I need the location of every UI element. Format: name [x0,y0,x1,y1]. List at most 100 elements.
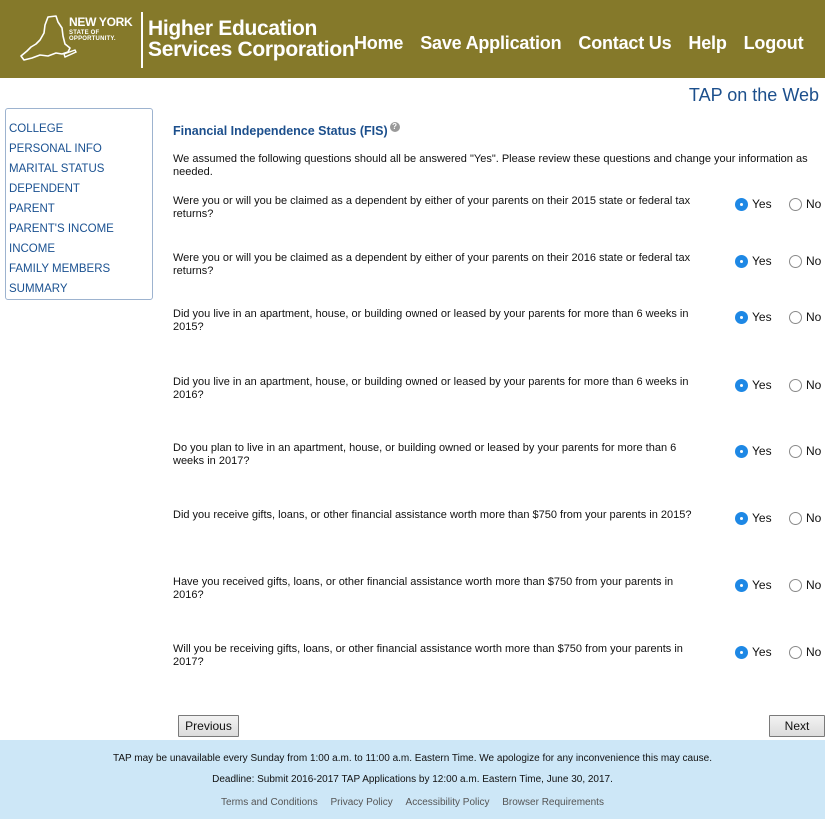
no-label: No [806,511,822,525]
q7-yes-option[interactable]: Yes [735,578,772,592]
question-text: Did you live in an apartment, house, or … [173,308,689,333]
q8-yes-option[interactable]: Yes [735,645,772,659]
q3-no-option[interactable]: No [789,310,821,324]
question-1: Were you or will you be claimed as a dep… [173,195,825,227]
q1-yes-radio[interactable] [735,197,748,211]
q2-no-radio[interactable] [789,254,802,268]
q6-yes-option[interactable]: Yes [735,511,772,525]
q2-yes-option[interactable]: Yes [735,254,772,268]
no-label: No [806,310,822,324]
sidebar-item-college[interactable]: COLLEGE [9,119,152,139]
q2-yes-radio[interactable] [735,254,748,268]
no-label: No [806,645,822,659]
q8-yes-radio[interactable] [735,645,748,659]
previous-button[interactable]: Previous [178,715,239,737]
yes-label: Yes [752,645,772,659]
no-label: No [806,254,822,268]
yes-label: Yes [752,254,772,268]
q4-no-radio[interactable] [789,378,802,392]
q1-no-radio[interactable] [789,197,802,211]
no-label: No [806,444,822,458]
q6-no-radio[interactable] [789,511,802,525]
org-name: Higher Education Services Corporation [148,17,355,61]
q1-yes-option[interactable]: Yes [735,197,772,211]
yes-label: Yes [752,378,772,392]
nys-logo[interactable]: NEW YORK STATE OF OPPORTUNITY. [14,8,141,70]
question-5: Do you plan to live in an apartment, hou… [173,442,825,474]
footer-links: Terms and Conditions Privacy Policy Acce… [0,797,825,808]
q8-no-radio[interactable] [789,645,802,659]
section-title: Financial Independence Status (FIS)? [173,122,400,138]
question-6: Did you receive gifts, loans, or other f… [173,509,825,541]
sidebar-item-parents-income[interactable]: PARENT'S INCOME [9,219,152,239]
section-title-text: Financial Independence Status (FIS) [173,124,388,138]
no-label: No [806,578,822,592]
maintenance-notice: TAP may be unavailable every Sunday from… [112,753,713,764]
yes-label: Yes [752,310,772,324]
question-text: Did you receive gifts, loans, or other f… [173,509,692,521]
nav-home[interactable]: Home [354,33,403,54]
question-text: Were you or will you be claimed as a dep… [173,252,691,277]
yes-label: Yes [752,578,772,592]
q4-yes-radio[interactable] [735,378,748,392]
sidebar-item-summary[interactable]: SUMMARY [9,279,152,299]
q7-yes-radio[interactable] [735,578,748,592]
footer-link-privacy[interactable]: Privacy Policy [331,797,393,808]
main-nav: Home Save Application Contact Us Help Lo… [354,33,820,54]
q8-no-option[interactable]: No [789,645,821,659]
footer-link-terms[interactable]: Terms and Conditions [221,797,318,808]
nav-contact-us[interactable]: Contact Us [578,33,671,54]
question-8: Will you be receiving gifts, loans, or o… [173,643,825,675]
header-divider [141,12,143,68]
nav-save-application[interactable]: Save Application [420,33,561,54]
help-icon[interactable]: ? [389,122,400,132]
sidebar-item-family-members[interactable]: FAMILY MEMBERS [9,259,152,279]
question-2: Were you or will you be claimed as a dep… [173,252,825,284]
question-text: Do you plan to live in an apartment, hou… [173,442,677,467]
nav-logout[interactable]: Logout [744,33,804,54]
deadline-notice: Deadline: Submit 2016-2017 TAP Applicati… [212,774,613,785]
nav-help[interactable]: Help [688,33,726,54]
question-text: Have you received gifts, loans, or other… [173,576,674,601]
sidebar-nav: COLLEGE PERSONAL INFO MARITAL STATUS DEP… [5,108,153,300]
q5-yes-option[interactable]: Yes [735,444,772,458]
logo-wordmark: NEW YORK STATE OF OPPORTUNITY. [69,15,133,42]
question-4: Did you live in an apartment, house, or … [173,376,825,408]
q6-yes-radio[interactable] [735,511,748,525]
footer-link-browser-requirements[interactable]: Browser Requirements [502,797,604,808]
org-name-line-1: Higher Education [148,17,318,40]
q2-no-option[interactable]: No [789,254,821,268]
q1-no-option[interactable]: No [789,197,821,211]
site-footer: TAP may be unavailable every Sunday from… [0,740,825,819]
q7-no-option[interactable]: No [789,578,821,592]
no-label: No [806,197,822,211]
question-text: Were you or will you be claimed as a dep… [173,195,691,220]
q5-no-option[interactable]: No [789,444,821,458]
question-text: Will you be receiving gifts, loans, or o… [173,643,683,668]
site-header: NEW YORK STATE OF OPPORTUNITY. Higher Ed… [0,0,825,78]
q6-no-option[interactable]: No [789,511,821,525]
logo-line-3: OPPORTUNITY. [69,36,116,42]
sidebar-item-marital-status[interactable]: MARITAL STATUS [9,159,152,179]
q3-yes-option[interactable]: Yes [735,310,772,324]
q3-no-radio[interactable] [789,310,802,324]
q7-no-radio[interactable] [789,578,802,592]
org-name-line-2: Services Corporation [148,38,355,61]
logo-line-1: NEW YORK [69,15,133,29]
q5-no-radio[interactable] [789,444,802,458]
yes-label: Yes [752,511,772,525]
sidebar-item-parent[interactable]: PARENT [9,199,152,219]
question-text: Did you live in an apartment, house, or … [173,376,689,401]
q3-yes-radio[interactable] [735,310,748,324]
yes-label: Yes [752,197,772,211]
sidebar-item-dependent[interactable]: DEPENDENT [9,179,152,199]
sidebar-item-income[interactable]: INCOME [9,239,152,259]
no-label: No [806,378,822,392]
next-button[interactable]: Next [769,715,825,737]
q4-yes-option[interactable]: Yes [735,378,772,392]
footer-link-accessibility[interactable]: Accessibility Policy [406,797,490,808]
sidebar-item-personal-info[interactable]: PERSONAL INFO [9,139,152,159]
q4-no-option[interactable]: No [789,378,821,392]
app-title: TAP on the Web [688,85,819,105]
q5-yes-radio[interactable] [735,444,748,458]
